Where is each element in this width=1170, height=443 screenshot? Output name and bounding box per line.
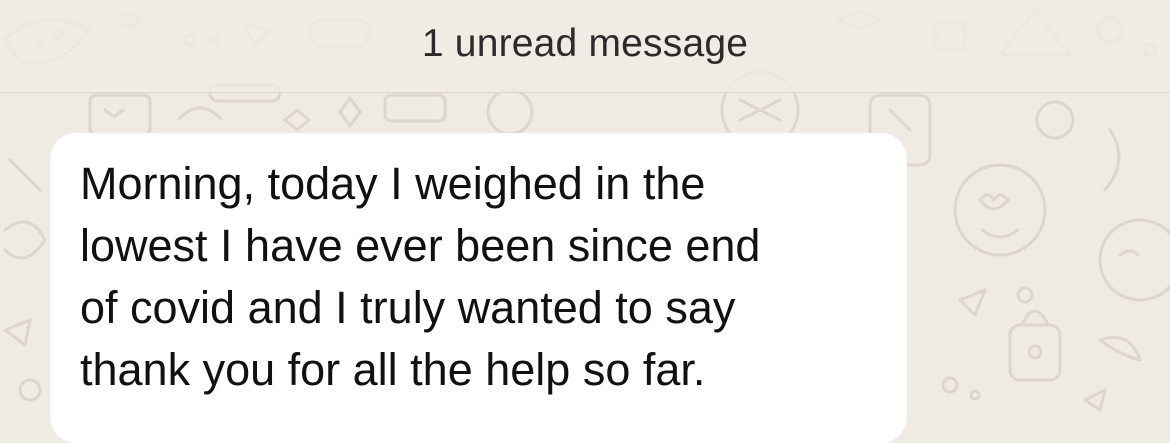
unread-messages-banner: 1 unread message xyxy=(0,0,1170,93)
incoming-message-bubble[interactable]: Morning, today I weighed in the lowest I… xyxy=(50,133,907,443)
message-text: Morning, today I weighed in the lowest I… xyxy=(80,158,761,395)
unread-count-label: 1 unread message xyxy=(421,22,749,65)
